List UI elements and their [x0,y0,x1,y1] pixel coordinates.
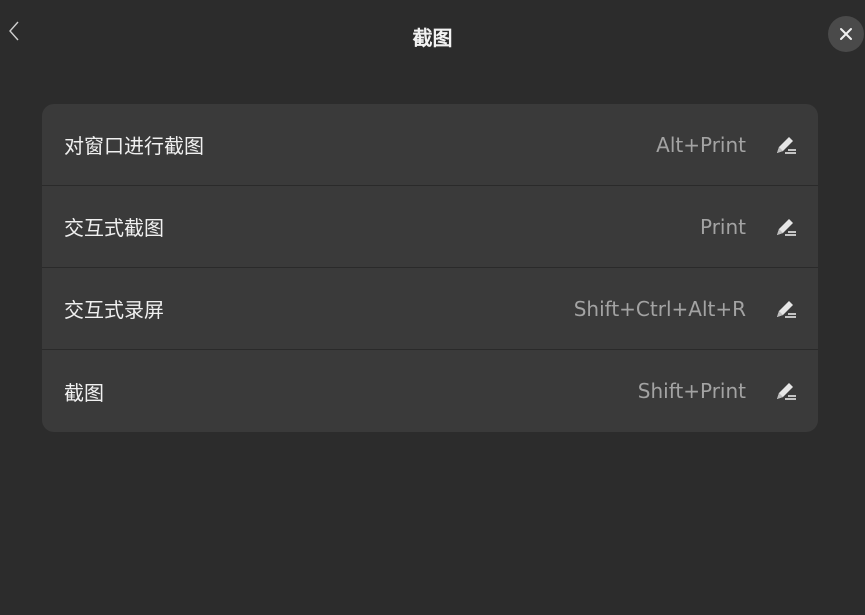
shortcut-row-interactive-screenshot[interactable]: 交互式截图 Print [42,186,818,268]
shortcut-list: 对窗口进行截图 Alt+Print 交互式截图 Print 交互式录屏 Shif… [42,104,818,432]
close-button[interactable] [828,16,864,52]
shortcut-label: 对窗口进行截图 [64,134,204,158]
page-title: 截图 [412,26,453,50]
shortcut-keys: Shift+Print [637,379,746,403]
shortcut-label: 交互式截图 [64,216,164,240]
shortcut-row-interactive-record[interactable]: 交互式录屏 Shift+Ctrl+Alt+R [42,268,818,350]
shortcut-row-window[interactable]: 对窗口进行截图 Alt+Print [42,104,818,186]
edit-icon[interactable] [772,213,800,241]
edit-icon[interactable] [772,377,800,405]
edit-icon[interactable] [772,131,800,159]
shortcut-label: 交互式录屏 [64,298,164,322]
shortcut-keys: Print [699,214,746,239]
shortcut-keys: Shift+Ctrl+Alt+R [573,296,746,321]
shortcut-label: 截图 [64,380,104,405]
edit-icon[interactable] [772,295,800,323]
header-bar: 截图 [0,0,865,70]
close-icon [839,27,853,41]
shortcut-dialog: 截图 对窗口进行截图 Alt+Print 交互式截图 Print 交互式录屏 S… [0,0,865,615]
shortcut-keys: Alt+Print [656,132,746,157]
shortcut-row-screenshot[interactable]: 截图 Shift+Print [42,350,818,432]
